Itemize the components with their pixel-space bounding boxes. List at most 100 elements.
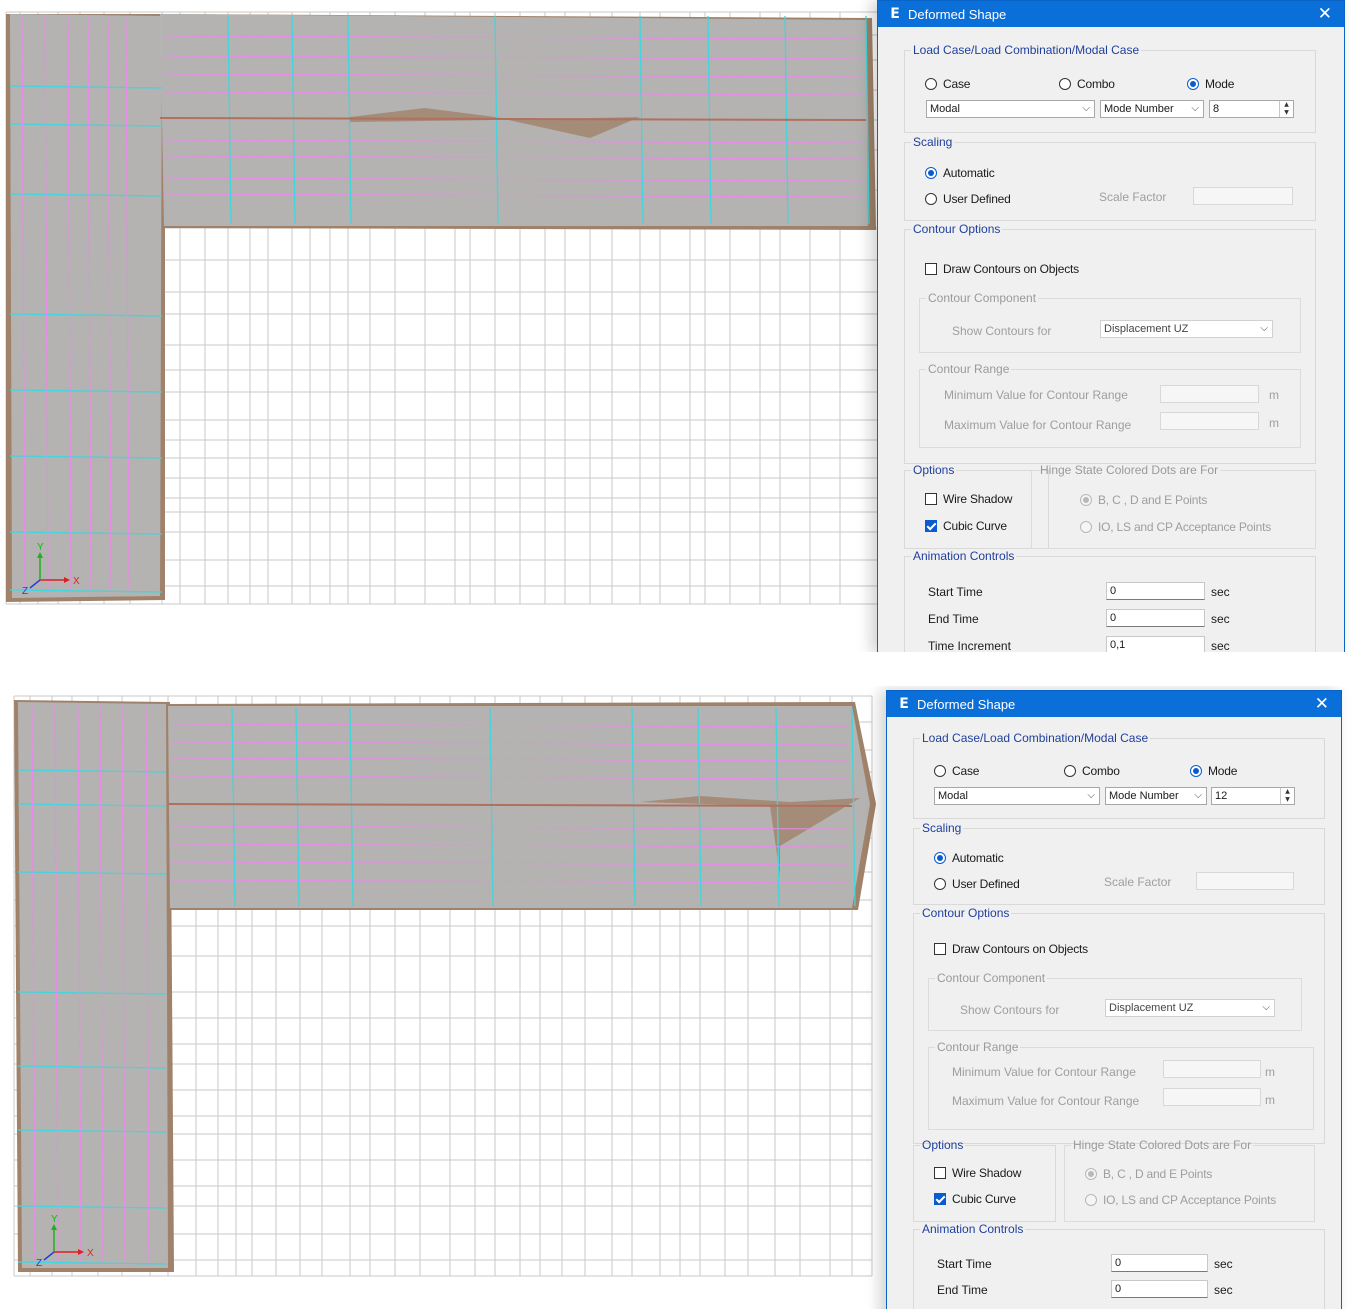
chevron-down-icon: ⌵: [1082, 103, 1090, 114]
wire-shadow-box[interactable]: [925, 492, 937, 505]
show-contours-select[interactable]: Displacement UZ ⌵: [1100, 320, 1273, 338]
end-time-input[interactable]: 0: [1106, 609, 1205, 627]
modal-case-select[interactable]: Modal ⌵: [934, 787, 1100, 805]
wire-shadow-box[interactable]: [934, 1166, 946, 1179]
contour-component-legend: Contour Component: [928, 291, 1037, 305]
close-icon[interactable]: ✕: [1315, 694, 1329, 714]
modal-case-select[interactable]: Modal ⌵: [926, 100, 1095, 118]
min-range-input[interactable]: [1160, 385, 1259, 403]
radio-automatic-button[interactable]: [934, 851, 946, 864]
hinge-state-legend: Hinge State Colored Dots are For: [1073, 1138, 1252, 1152]
hinge-option-bcde[interactable]: B, C , D and E Points: [1085, 1166, 1212, 1181]
cubic-curve-label: Cubic Curve: [952, 1191, 1016, 1206]
radio-mode[interactable]: Mode: [1187, 76, 1234, 91]
radio-case-button[interactable]: [925, 77, 937, 90]
radio-combo[interactable]: Combo: [1064, 763, 1120, 778]
start-time-input[interactable]: 0: [1106, 582, 1205, 600]
radio-case[interactable]: Case: [934, 763, 979, 778]
screenshot-panel-top: X Y Z E Deformed Shape ✕ Load Case/Load Co…: [0, 0, 1361, 652]
min-range-input[interactable]: [1163, 1060, 1261, 1078]
contour-range-group: Contour Range: [928, 1040, 1314, 1130]
radio-case-button[interactable]: [934, 764, 946, 777]
radio-mode[interactable]: Mode: [1190, 763, 1237, 778]
draw-contours-box[interactable]: [934, 942, 946, 955]
max-range-unit: m: [1269, 416, 1279, 430]
wire-shadow-label: Wire Shadow: [943, 491, 1013, 506]
radio-case[interactable]: Case: [925, 76, 970, 91]
max-range-input[interactable]: [1163, 1088, 1261, 1106]
radio-automatic[interactable]: Automatic: [925, 165, 995, 180]
radio-automatic[interactable]: Automatic: [934, 850, 1004, 865]
spinner-arrows-icon[interactable]: ▲ ▼: [1279, 101, 1293, 117]
hinge-acceptance-button[interactable]: [1080, 520, 1092, 533]
deformed-shape-view[interactable]: X Y Z: [0, 686, 885, 1309]
end-time-input[interactable]: 0: [1111, 1280, 1208, 1298]
radio-automatic-label: Automatic: [952, 850, 1004, 865]
wire-shadow-checkbox[interactable]: Wire Shadow: [925, 491, 1012, 506]
radio-mode-button[interactable]: [1190, 764, 1202, 777]
hinge-option-acceptance[interactable]: IO, LS and CP Acceptance Points: [1085, 1192, 1276, 1207]
cubic-curve-box[interactable]: [934, 1192, 946, 1205]
radio-automatic-button[interactable]: [925, 166, 937, 179]
max-range-input[interactable]: [1160, 412, 1259, 430]
radio-combo-button[interactable]: [1059, 77, 1071, 90]
dialog-title: Deformed Shape: [908, 6, 1007, 22]
load-case-legend: Load Case/Load Combination/Modal Case: [913, 43, 1140, 57]
model-viewport[interactable]: X Y Z: [0, 686, 885, 1309]
modal-case-value: Modal: [938, 790, 968, 802]
start-time-label: Start Time: [937, 1257, 992, 1271]
max-range-label: Maximum Value for Contour Range: [952, 1094, 1140, 1108]
radio-user-defined[interactable]: User Defined: [925, 191, 1011, 206]
cubic-curve-checkbox[interactable]: Cubic Curve: [925, 518, 1007, 533]
radio-combo-button[interactable]: [1064, 764, 1076, 777]
hinge-bcde-button[interactable]: [1080, 493, 1092, 506]
max-range-label: Maximum Value for Contour Range: [944, 418, 1132, 432]
options-legend: Options: [913, 463, 955, 477]
wire-shadow-checkbox[interactable]: Wire Shadow: [934, 1165, 1021, 1180]
mode-spinner[interactable]: 8 ▲ ▼: [1209, 100, 1294, 118]
end-time-label: End Time: [928, 612, 979, 626]
draw-contours-box[interactable]: [925, 262, 937, 275]
cubic-curve-checkbox[interactable]: Cubic Curve: [934, 1191, 1016, 1206]
start-time-unit: sec: [1211, 585, 1230, 599]
radio-mode-button[interactable]: [1187, 77, 1199, 90]
contour-component-legend: Contour Component: [937, 971, 1046, 985]
scale-factor-input[interactable]: [1193, 187, 1293, 205]
dialog-titlebar[interactable]: E Deformed Shape ✕: [878, 1, 1344, 27]
options-group: Options: [913, 1138, 1056, 1222]
close-icon[interactable]: ✕: [1318, 4, 1332, 24]
hinge-option-bcde[interactable]: B, C , D and E Points: [1080, 492, 1207, 507]
contour-options-legend: Contour Options: [922, 906, 1010, 920]
deformed-shell-leg: [18, 702, 168, 1268]
start-time-input[interactable]: 0: [1111, 1254, 1208, 1272]
radio-combo-label: Combo: [1082, 763, 1120, 778]
contour-range-legend: Contour Range: [928, 362, 1010, 376]
mode-number-select[interactable]: Mode Number ⌵: [1100, 100, 1204, 118]
radio-user-defined[interactable]: User Defined: [934, 876, 1020, 891]
dialog-titlebar[interactable]: E Deformed Shape ✕: [887, 691, 1341, 717]
radio-user-defined-button[interactable]: [934, 877, 946, 890]
hinge-bcde-button[interactable]: [1085, 1167, 1097, 1180]
draw-contours-checkbox[interactable]: Draw Contours on Objects: [925, 261, 1079, 276]
show-contours-select[interactable]: Displacement UZ ⌵: [1105, 999, 1275, 1017]
deformed-shape-view[interactable]: X Y Z: [0, 0, 880, 652]
app-logo-icon: E: [899, 696, 909, 712]
mode-spinner[interactable]: 12 ▲ ▼: [1211, 787, 1295, 805]
scaling-legend: Scaling: [922, 821, 962, 835]
axis-z-label: Z: [22, 586, 28, 597]
mode-number-select[interactable]: Mode Number ⌵: [1105, 787, 1207, 805]
model-viewport[interactable]: X Y Z: [0, 0, 880, 652]
radio-combo[interactable]: Combo: [1059, 76, 1115, 91]
dialog-title: Deformed Shape: [917, 696, 1016, 712]
radio-user-defined-button[interactable]: [925, 192, 937, 205]
scale-factor-label: Scale Factor: [1104, 875, 1172, 889]
draw-contours-checkbox[interactable]: Draw Contours on Objects: [934, 941, 1088, 956]
mode-number-value: Mode Number: [1104, 103, 1174, 115]
scale-factor-input[interactable]: [1196, 872, 1294, 890]
cubic-curve-box[interactable]: [925, 519, 937, 532]
axis-y-label: Y: [37, 542, 44, 553]
time-increment-input[interactable]: 0,1: [1106, 636, 1205, 652]
hinge-acceptance-button[interactable]: [1085, 1193, 1097, 1206]
hinge-option-acceptance[interactable]: IO, LS and CP Acceptance Points: [1080, 519, 1271, 534]
spinner-arrows-icon[interactable]: ▲ ▼: [1280, 788, 1294, 804]
